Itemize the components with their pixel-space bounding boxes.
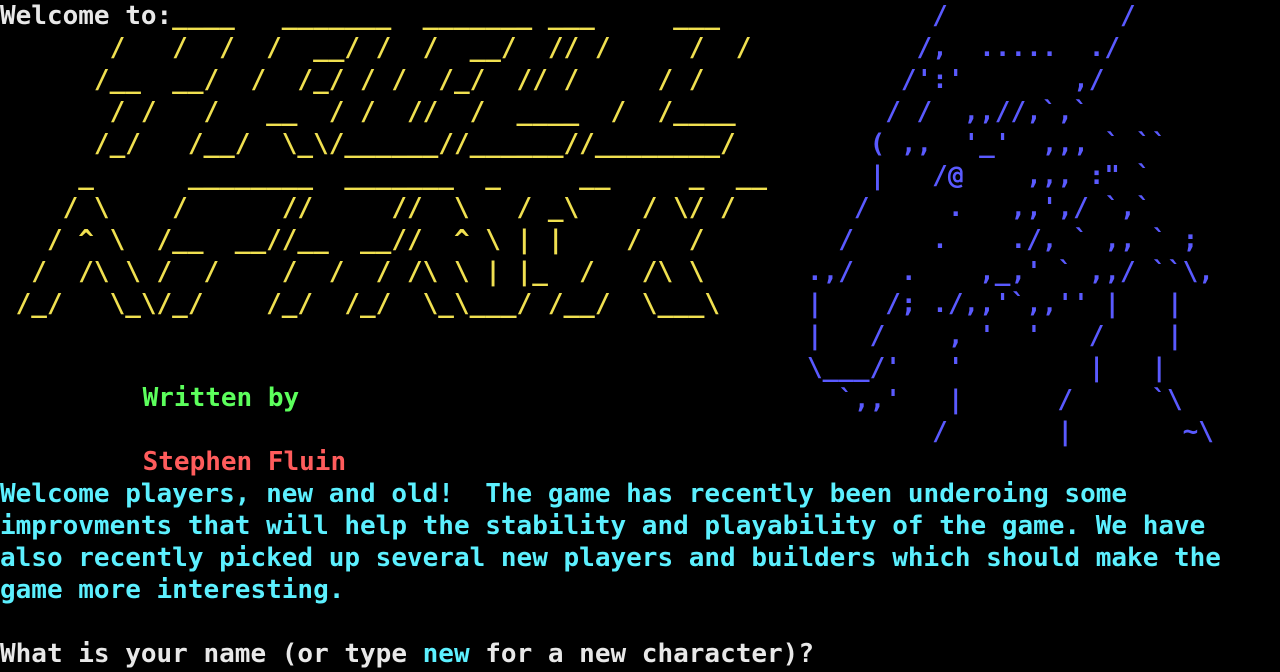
telnet-terminal-screen: Welcome to: ____ _______ _______ ___ ___… (0, 0, 1280, 672)
prompt-text-after: for a new character)? (469, 639, 814, 669)
intro-line: Welcome players, new and old! The game h… (0, 479, 1128, 509)
intro-message: Welcome players, new and old! The game h… (0, 478, 1280, 606)
game-title-ascii-art: ____ _______ _______ ___ ___ / / / / __/… (15, 1, 768, 319)
prompt-text-before: What is your name (or type (0, 639, 423, 669)
dragon-ascii-art: / / /, ..... ./ /':' ,/ / / ,,//,`,` ( ,… (806, 1, 1214, 447)
author-name: Stephen Fluin (142, 447, 347, 477)
intro-line: improvments that will help the stability… (0, 511, 1206, 541)
intro-line: also recently picked up several new play… (0, 543, 1221, 573)
name-prompt: What is your name (or type new for a new… (0, 638, 828, 670)
intro-line: game more interesting. (0, 575, 345, 605)
written-by-label: Written by (142, 383, 300, 413)
prompt-new-keyword: new (422, 639, 470, 669)
name-input-cursor[interactable] (814, 642, 828, 668)
